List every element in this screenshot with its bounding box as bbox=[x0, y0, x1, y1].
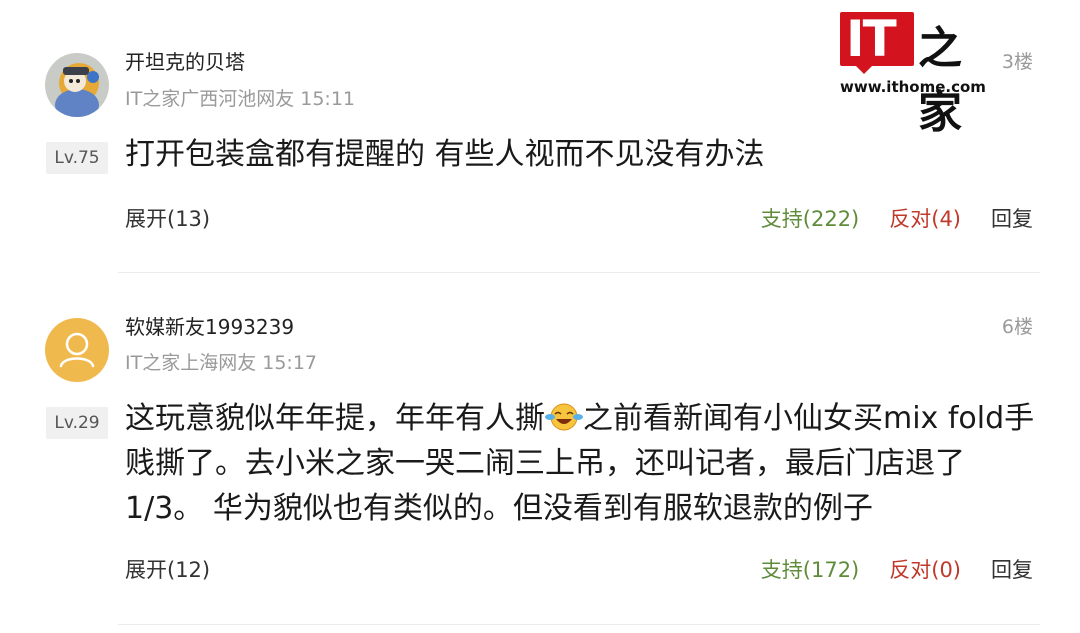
avatar[interactable] bbox=[45, 53, 109, 117]
expand-replies-button[interactable]: 展开(12) bbox=[125, 554, 210, 584]
support-button[interactable]: 支持(172) bbox=[761, 558, 859, 582]
ithome-watermark-logo: IT 之家 www.ithome.com bbox=[840, 10, 990, 138]
oppose-button[interactable]: 反对(0) bbox=[889, 558, 961, 582]
username[interactable]: 软媒新友1993239 bbox=[125, 311, 294, 340]
comment-content: 这玩意貌似年年提，年年有人撕 之前看新闻有小仙女买mix fold手贱撕了。去小… bbox=[125, 396, 1035, 531]
oppose-button[interactable]: 反对(4) bbox=[889, 207, 961, 231]
user-level-badge: Lv.75 bbox=[46, 142, 108, 174]
default-user-icon bbox=[59, 332, 95, 368]
logo-mark: IT bbox=[840, 10, 914, 68]
floor-number: 3楼 bbox=[1001, 51, 1033, 73]
divider bbox=[118, 624, 1040, 625]
comment-meta: IT之家广西河池网友 15:11 bbox=[125, 88, 356, 110]
reply-button[interactable]: 回复 bbox=[991, 207, 1033, 231]
avatar-image bbox=[45, 53, 109, 117]
comment-content: 打开包装盒都有提醒的 有些人视而不见没有办法 bbox=[125, 137, 765, 172]
crying-laughing-emoji-icon bbox=[545, 403, 583, 431]
logo-mark-text: IT bbox=[846, 10, 897, 68]
floor-number: 6楼 bbox=[1001, 316, 1033, 338]
user-level-badge: Lv.29 bbox=[46, 407, 108, 439]
logo-tail bbox=[854, 64, 874, 74]
logo-chars: 之家 bbox=[918, 23, 962, 138]
expand-replies-button[interactable]: 展开(13) bbox=[125, 203, 210, 233]
avatar[interactable] bbox=[45, 318, 109, 382]
username[interactable]: 开坦克的贝塔 bbox=[125, 46, 245, 75]
comment-meta: IT之家上海网友 15:17 bbox=[125, 352, 318, 374]
divider bbox=[118, 272, 1040, 273]
comment-list-page: IT 之家 www.ithome.com 开坦克的贝塔 IT之家广西河池网友 1… bbox=[0, 0, 1080, 633]
comment-actions: 支持(222) 反对(4) 回复 bbox=[731, 203, 1033, 233]
support-button[interactable]: 支持(222) bbox=[761, 207, 859, 231]
comment-actions: 支持(172) 反对(0) 回复 bbox=[731, 554, 1033, 584]
reply-button[interactable]: 回复 bbox=[991, 558, 1033, 582]
logo-url: www.ithome.com bbox=[840, 78, 986, 96]
comment-text-part: 这玩意貌似年年提，年年有人撕 bbox=[125, 401, 545, 436]
